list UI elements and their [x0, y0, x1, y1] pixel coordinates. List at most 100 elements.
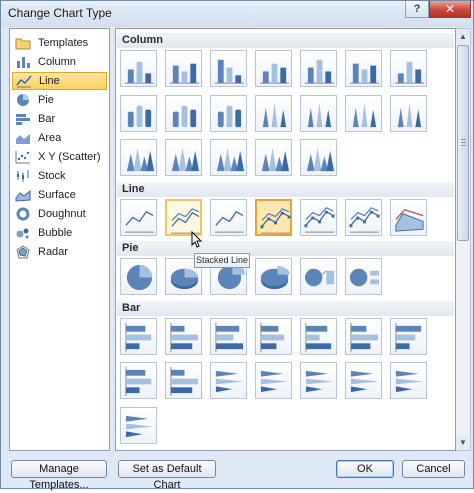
- bar-chart-icon: [16, 114, 30, 125]
- chart-subtype-bar-1-1[interactable]: [120, 318, 157, 355]
- chart-subtype-column-1-1[interactable]: [120, 50, 157, 87]
- scrollbar-thumb[interactable]: [457, 45, 469, 241]
- chart-subtype-column-1-3[interactable]: [210, 50, 247, 87]
- line-subtype-icon: [304, 207, 335, 233]
- chart-subtype-column-2-6[interactable]: [345, 95, 382, 132]
- chart-subtype-column-1-2[interactable]: [165, 50, 202, 87]
- title-bar[interactable]: Change Chart Type ? ✕: [1, 1, 473, 27]
- chart-subtype-column-2-1[interactable]: [120, 95, 157, 132]
- chart-subtype-column-3-2[interactable]: [165, 139, 202, 176]
- chart-subtype-column-1-4[interactable]: [255, 50, 292, 87]
- scroll-down-arrow-icon[interactable]: ▼: [456, 435, 470, 450]
- column-subtype-icon: [259, 63, 290, 84]
- chart-type-column[interactable]: Column: [12, 53, 107, 71]
- chart-type-area[interactable]: Area: [12, 129, 107, 147]
- bar-subtype-icon: [170, 322, 199, 353]
- chart-subtype-line-1-3[interactable]: [210, 199, 247, 236]
- chart-type-label: Radar: [38, 246, 68, 258]
- chart-type-label: Pie: [38, 94, 54, 106]
- set-as-default-chart-button[interactable]: Set as Default Chart: [118, 460, 216, 491]
- column-subtype-icon: [349, 63, 380, 84]
- chart-subtype-pie-1-1[interactable]: [120, 258, 157, 295]
- column-subtype-icon: [169, 63, 200, 84]
- chart-subtype-line-1-1[interactable]: [120, 199, 157, 236]
- ok-button[interactable]: OK: [336, 460, 394, 478]
- chart-subtype-column-2-7[interactable]: [390, 95, 427, 132]
- chart-subtype-bar-1-3[interactable]: [210, 318, 247, 355]
- chart-type-label: Column: [38, 56, 76, 68]
- chart-subtype-column-1-7[interactable]: [390, 50, 427, 87]
- dialog-title: Change Chart Type: [8, 6, 112, 20]
- doughnut-chart-icon: [16, 207, 30, 221]
- chart-subtype-bar-3-1[interactable]: [120, 407, 157, 444]
- chart-type-label: Surface: [38, 189, 76, 201]
- chart-subtype-line-1-4[interactable]: [255, 199, 292, 236]
- chart-type-label: Templates: [38, 37, 89, 49]
- chart-subtype-bar-1-7[interactable]: [390, 318, 427, 355]
- chart-subtype-column-3-4[interactable]: [255, 139, 292, 176]
- pie-chart-icon: [17, 94, 29, 106]
- chart-subtype-line-1-5[interactable]: [300, 199, 337, 236]
- chart-subtype-bar-1-6[interactable]: [345, 318, 382, 355]
- bar-subtype-icon: [215, 322, 244, 353]
- chart-type-pie[interactable]: Pie: [12, 91, 107, 109]
- chart-type-surface[interactable]: Surface: [12, 186, 107, 204]
- cancel-button[interactable]: Cancel: [402, 460, 465, 478]
- chart-type-doughnut[interactable]: Doughnut: [12, 205, 107, 223]
- bar-subtype-icon: [395, 322, 422, 353]
- help-button[interactable]: ?: [405, 1, 429, 18]
- chart-subtype-line-1-6[interactable]: [345, 199, 382, 236]
- line-subtype-icon: [349, 207, 380, 233]
- area-chart-icon: [16, 134, 30, 144]
- bar-subtype-icon: [305, 322, 332, 353]
- line-subtype-icon: [260, 208, 291, 234]
- chart-subtype-column-2-4[interactable]: [255, 95, 292, 132]
- chart-type-radar[interactable]: Radar: [12, 243, 107, 261]
- chart-subtype-bar-2-2[interactable]: [165, 362, 202, 399]
- chart-subtype-pie-1-6[interactable]: [345, 258, 382, 295]
- column-subtype-icon: [216, 147, 245, 172]
- chart-subtype-bar-1-4[interactable]: [255, 318, 292, 355]
- chart-type-line[interactable]: Line: [12, 72, 107, 90]
- column-subtype-icon: [217, 105, 242, 128]
- chart-subtype-column-2-5[interactable]: [300, 95, 337, 132]
- chart-type-stock[interactable]: Stock: [12, 167, 107, 185]
- chart-type-label: Stock: [38, 170, 66, 182]
- bar-subtype-icon: [260, 370, 289, 393]
- chart-subtype-bar-2-7[interactable]: [390, 362, 427, 399]
- gallery-scrollbar[interactable]: ▲ ▼: [456, 28, 471, 451]
- chart-subtype-line-1-7[interactable]: [390, 199, 427, 236]
- column-subtype-icon: [171, 147, 200, 172]
- chart-subtype-bar-2-3[interactable]: [210, 362, 247, 399]
- chart-type-label: X Y (Scatter): [38, 151, 101, 163]
- chart-subtype-column-3-3[interactable]: [210, 139, 247, 176]
- chart-subtype-pie-1-4[interactable]: [255, 258, 292, 295]
- chart-type-bubble[interactable]: Bubble: [12, 224, 107, 242]
- chart-subtype-column-3-1[interactable]: [120, 139, 157, 176]
- column-subtype-icon: [262, 102, 287, 128]
- chart-subtype-column-2-3[interactable]: [210, 95, 247, 132]
- chart-subtype-bar-2-4[interactable]: [255, 362, 292, 399]
- manage-templates-button[interactable]: Manage Templates...: [11, 460, 107, 491]
- chart-subtype-bar-1-2[interactable]: [165, 318, 202, 355]
- line-subtype-icon: [124, 210, 155, 233]
- chart-subtype-column-3-5[interactable]: [300, 139, 337, 176]
- chart-subtype-column-1-6[interactable]: [345, 50, 382, 87]
- chart-type-label: Bubble: [38, 227, 73, 239]
- scroll-up-arrow-icon[interactable]: ▲: [456, 29, 470, 44]
- bar-subtype-icon: [350, 370, 379, 393]
- chart-type-scatter[interactable]: X Y (Scatter): [12, 148, 107, 166]
- chart-subtype-bar-2-1[interactable]: [120, 362, 157, 399]
- chart-subtype-pie-1-5[interactable]: [300, 258, 337, 295]
- chart-subtype-column-1-5[interactable]: [300, 50, 337, 87]
- section-header-line: Line: [117, 182, 454, 197]
- chart-subtype-bar-1-5[interactable]: [300, 318, 337, 355]
- chart-subtype-bar-2-6[interactable]: [345, 362, 382, 399]
- close-button[interactable]: ✕: [429, 1, 471, 18]
- chart-type-bar[interactable]: Bar: [12, 110, 107, 128]
- column-subtype-icon: [304, 59, 335, 84]
- chart-type-templates[interactable]: Templates: [12, 34, 107, 52]
- radar-chart-icon: [16, 245, 30, 259]
- chart-subtype-column-2-2[interactable]: [165, 95, 202, 132]
- chart-subtype-bar-2-5[interactable]: [300, 362, 337, 399]
